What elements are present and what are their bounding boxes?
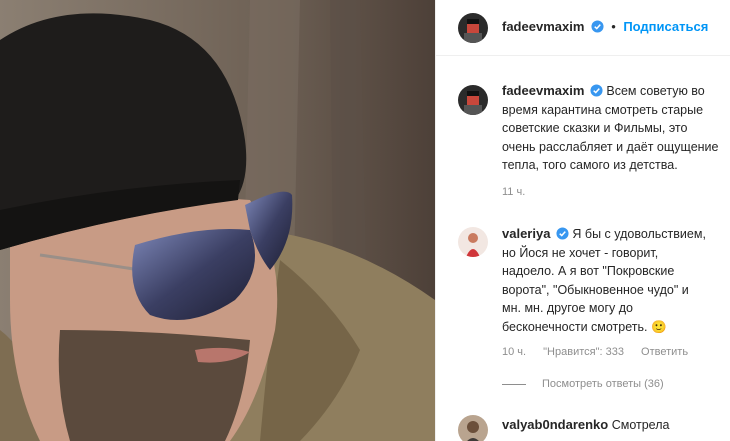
caption-line: тепла, того самого из детства.	[502, 158, 678, 172]
view-replies-label: Посмотреть ответы (36)	[542, 378, 664, 390]
comment-likes[interactable]: "Нравится": 333	[543, 346, 624, 358]
author-username[interactable]: fadeevmaxim	[502, 19, 584, 34]
comment-line: мн. мн. другое могу до	[502, 301, 633, 315]
separator-dot: •	[611, 19, 616, 34]
reply-button[interactable]: Ответить	[641, 346, 688, 358]
post-side-panel: fadeevmaxim • Подписаться fadeevmaxim Вс…	[435, 0, 730, 441]
caption-text: fadeevmaxim Всем советую во время карант…	[502, 82, 719, 175]
follow-button[interactable]: Подписаться	[623, 19, 708, 34]
comment-timestamp[interactable]: 10 ч.	[502, 346, 526, 358]
caption-author-avatar[interactable]	[458, 85, 488, 115]
post-photo[interactable]	[0, 0, 435, 441]
caption-line: Всем советую во	[606, 84, 705, 98]
post-header: fadeevmaxim • Подписаться	[436, 0, 730, 56]
verified-badge-icon	[556, 227, 569, 240]
caption-timestamp[interactable]: 11 ч.	[502, 186, 525, 198]
comment-line: надоело. А я вот "Покровские	[502, 264, 675, 278]
view-replies-button[interactable]: Посмотреть ответы (36)	[502, 378, 664, 390]
caption-meta: 11 ч.	[502, 186, 539, 198]
caption-author-username[interactable]: fadeevmaxim	[502, 83, 584, 98]
comment-meta: 10 ч. "Нравится": 333 Ответить	[502, 346, 702, 358]
comment-text: valeriya Я бы с удовольствием, но Йося н…	[502, 225, 706, 336]
comment-line: но Йося не хочет - говорит,	[502, 245, 659, 260]
photo-illustration	[0, 0, 435, 441]
comment-line: Смотрела	[611, 418, 670, 432]
caption-line: очень расслабляет и даёт ощущение	[502, 139, 719, 154]
comment-text: valyab0ndarenko Смотрела	[502, 416, 669, 435]
comment-line: ворота", "Обыкновенное чудо" и	[502, 282, 689, 297]
commenter-avatar[interactable]	[458, 227, 488, 257]
verified-badge-icon	[590, 84, 603, 97]
commenter-username[interactable]: valeriya	[502, 226, 550, 241]
replies-divider	[502, 383, 526, 385]
caption-line: время карантина смотреть старые	[502, 102, 704, 117]
caption-line: советские сказки и Фильмы, это	[502, 121, 688, 135]
comment-line: бесконечности смотреть. 🙂	[502, 319, 667, 334]
author-avatar[interactable]	[458, 13, 488, 43]
comment-line: Я бы с удовольствием,	[572, 227, 706, 241]
verified-badge-icon	[591, 20, 604, 33]
commenter-avatar[interactable]	[458, 415, 488, 441]
commenter-username[interactable]: valyab0ndarenko	[502, 417, 608, 432]
